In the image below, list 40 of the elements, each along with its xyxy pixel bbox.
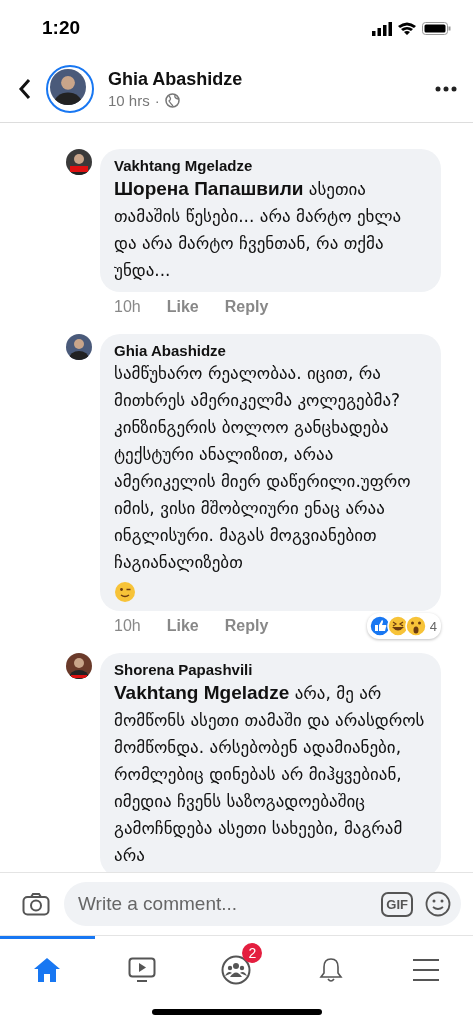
notification-badge: 2 [242, 943, 263, 963]
camera-icon[interactable] [22, 892, 50, 916]
avatar-icon[interactable] [50, 69, 86, 105]
like-link[interactable]: Like [166, 298, 199, 316]
nav-tab[interactable]: 2 [189, 936, 284, 1000]
comment-text: Vakhtang Mgeladze არა, მე არ მომწონს ასეთი თამაში და არასდროს მომწონდა. არსებობენ ადამიანები, რომლებიც დინებას არ მიჰყვებიან, იმედია ჩვენს საზოგადოებაშიც გამოჩნდება ასეთი სახეები, მაგრამ არა [114, 681, 426, 867]
reaction-count: 4 [429, 618, 437, 634]
comment-author[interactable]: Ghia Abashidze [114, 342, 427, 359]
like-link[interactable]: Like [166, 617, 199, 635]
comment-field[interactable]: Write a comment... GIF [64, 882, 461, 926]
separator: · [154, 92, 160, 109]
comment-text: სამწუხარო რეალობაა. იცით, რა მითხრეს ამერიკელმა კოლეგებმა? კინზინგერის ბოლოო განცხადება ტექსტური ანალიზით, არაა ამერიკელის მიერ დაწერილი.უფრო იმის, ვისი მშობლიური ენაც არაა ინგლისური. მაგას მოგვიანებით ჩაგიანალიზებთ [114, 362, 412, 574]
reaction-icons[interactable] [368, 615, 427, 637]
avatar-icon[interactable] [66, 334, 92, 360]
avatar-icon[interactable] [66, 149, 92, 175]
bell-icon [318, 955, 345, 984]
status-time: 1:20 [42, 17, 81, 39]
post-time: 10 hrs [108, 92, 150, 109]
battery-icon [422, 21, 451, 35]
smiley-icon[interactable] [425, 891, 451, 917]
comment-text: Шорена Папашвили ასეთია თამაშის წესები... არა მარტო ეხლა და არა მარტო ჩვენთან, რა თქმა უნდა... [114, 177, 403, 282]
reactions-pill[interactable]: 4 [366, 613, 441, 639]
avatar-icon[interactable] [66, 653, 92, 679]
back-icon[interactable] [18, 78, 32, 100]
comment-author[interactable]: Vakhtang Mgeladze [114, 157, 427, 174]
gif-button[interactable]: GIF [381, 891, 413, 917]
globe-icon [164, 93, 180, 108]
signal-icon [372, 20, 392, 36]
profile-avatar[interactable] [46, 65, 94, 113]
post-author[interactable]: Ghia Abashidze [108, 69, 421, 90]
comment-author[interactable]: Shorena Papashvili [114, 661, 427, 678]
more-icon[interactable] [435, 86, 457, 92]
wifi-icon [398, 21, 416, 35]
reply-link[interactable]: Reply [224, 617, 269, 635]
comment-time: 10h [114, 617, 141, 635]
home-icon [33, 956, 62, 983]
reply-link[interactable]: Reply [224, 298, 269, 316]
comment-time: 10h [114, 298, 141, 316]
video-icon [127, 956, 156, 983]
menu-icon [411, 957, 440, 982]
